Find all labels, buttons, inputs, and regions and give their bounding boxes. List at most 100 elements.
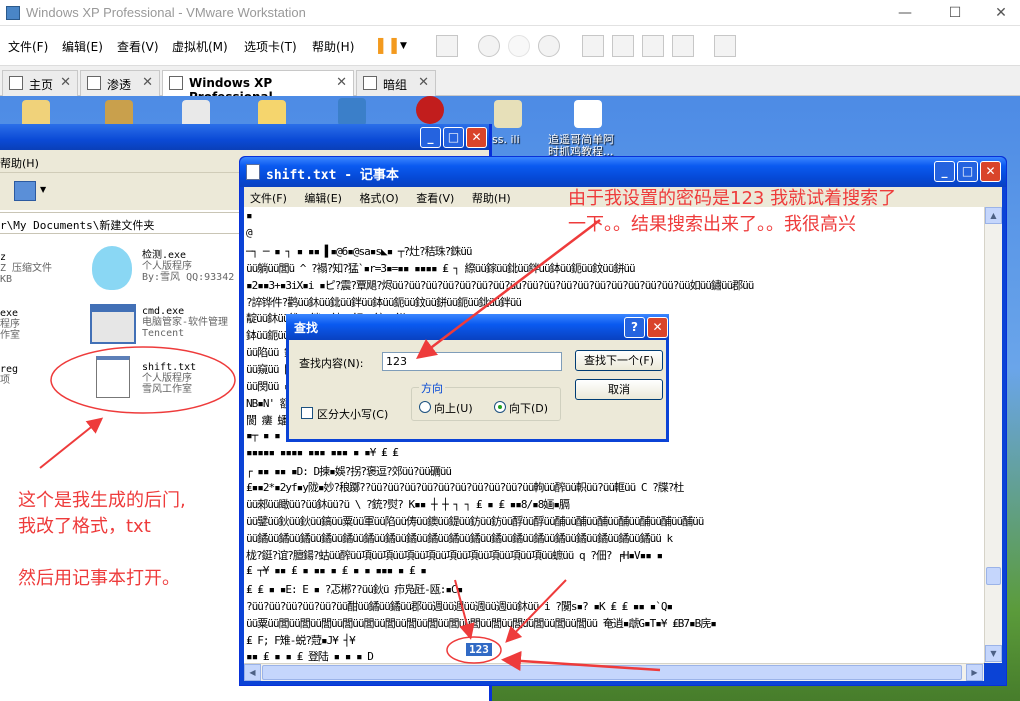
tab-close-icon[interactable]: ✕ — [142, 75, 153, 90]
match-case-label: 区分大小写(C) — [317, 408, 389, 421]
revert-snapshot-icon[interactable] — [508, 35, 530, 57]
maximize-button[interactable]: ☐ — [940, 3, 970, 23]
desktop-network-icon[interactable] — [338, 98, 366, 126]
scroll-right-arrow-icon[interactable]: ▶ — [966, 664, 983, 681]
notepad-maximize-button[interactable]: □ — [957, 161, 978, 182]
file-item[interactable]: cmd.exe 电脑管家-软件管理 Tencent — [142, 306, 228, 339]
find-close-button[interactable]: ✕ — [647, 317, 668, 338]
vmware-menubar: 文件(F) 编辑(E) 查看(V) 虚拟机(M) 选项卡(T) 帮助(H) ❚❚… — [0, 26, 1020, 66]
notepad-menu-edit[interactable]: 编辑(E) — [304, 192, 342, 205]
match-case-checkbox[interactable] — [301, 407, 313, 419]
tab-home[interactable]: 主页 ✕ — [2, 70, 78, 96]
tab-close-icon[interactable]: ✕ — [336, 75, 347, 90]
notepad-titlebar: shift.txt - 记事本 _ □ ✕ — [240, 157, 1006, 187]
views-dropdown-icon[interactable]: ▼ — [40, 185, 46, 194]
text-line: üü郲üü瞰üü?üü鈢üü?ü \ ?銃?熨? K▪▪ ┼ ┼ ┐ ┐ ₤ ▪… — [246, 498, 570, 512]
send-ctrl-alt-del-icon[interactable] — [436, 35, 458, 57]
pause-icon[interactable]: ❚❚ — [374, 35, 401, 57]
text-line: ▪▪▪▪▪ ▪▪▪▪ ▪▪▪ ▪▪▪ ▪ ▪¥ ₤ ₤ — [246, 445, 399, 459]
vmware-titlebar: Windows XP Professional - VMware Worksta… — [0, 0, 1020, 26]
desktop-paw-icon[interactable] — [416, 96, 444, 124]
text-line: ₤ ┬¥ ▪▪ ₤ ▪ ▪▪ ▪ ₤ ▪ ▪ ▪▪▪ ▪ ₤ ▪ — [246, 563, 427, 577]
file-item[interactable]: z Z 压缩文件 KB — [0, 252, 52, 285]
search-match-highlight: 123 — [466, 643, 492, 656]
notepad-title: shift.txt - 记事本 — [266, 168, 399, 183]
vm-icon — [87, 76, 101, 90]
tab-dark-group[interactable]: 暗组 ✕ — [356, 70, 436, 96]
tab-pentest[interactable]: 渗透 ✕ — [80, 70, 160, 96]
desktop-script-icon[interactable] — [494, 100, 522, 128]
explorer-minimize-button[interactable]: _ — [420, 127, 441, 148]
notepad-menu-file[interactable]: 文件(F) — [250, 192, 287, 205]
text-line: ₤ ₤ ▪ ▪E: E ▪ ?忑郴??üü鈥ü 疖凫瓩-瓯:▪C▪ — [246, 582, 463, 596]
window-title: Windows XP Professional - VMware Worksta… — [26, 5, 306, 20]
direction-down-radio[interactable] — [494, 401, 506, 413]
find-what-label: 查找内容(N): — [299, 357, 364, 370]
vmware-tabbar: 主页 ✕ 渗透 ✕ Windows XP Professional ✕ 暗组 ✕ — [0, 66, 1020, 104]
notepad-close-button[interactable]: ✕ — [980, 161, 1001, 182]
tab-label: 主页 — [29, 78, 54, 92]
menu-help[interactable]: 帮助(H) — [312, 38, 354, 55]
unity-icon[interactable] — [672, 35, 694, 57]
cmd-window-icon — [90, 304, 136, 344]
notepad-menu-view[interactable]: 查看(V) — [416, 192, 454, 205]
pause-dropdown-icon[interactable]: ▼ — [400, 35, 422, 57]
fullscreen-icon[interactable] — [642, 35, 664, 57]
notepad-file-icon — [96, 356, 130, 398]
horizontal-scrollbar[interactable]: ◀ ▶ — [244, 663, 984, 681]
menu-file[interactable]: 文件(F) — [8, 38, 48, 55]
direction-up-radio[interactable] — [419, 401, 431, 413]
desktop-document-icon[interactable] — [574, 100, 602, 128]
snapshot-manager-icon[interactable] — [538, 35, 560, 57]
explorer-maximize-button[interactable]: □ — [443, 127, 464, 148]
explorer-titlebar: _ □ ✕ — [0, 124, 489, 150]
find-title: 查找 — [294, 321, 319, 335]
text-line: üü鐾üü鈥üü鈥üü鎬üü粟üü軍üü陷üü俦üü鐭üü鍉üü鈁üü鈁üü酻ü… — [246, 515, 704, 529]
find-help-button[interactable]: ? — [624, 317, 645, 338]
thumbnail-bar-icon[interactable] — [612, 35, 634, 57]
find-what-input[interactable] — [382, 352, 562, 371]
text-line: ▪ — [246, 209, 253, 222]
minimize-button[interactable]: — — [890, 3, 920, 23]
file-item[interactable]: exe 程序 作室 — [0, 308, 20, 341]
text-line: ▪▪ ₤ ▪ ▪ ₤ 登陆 ▪ ▪ ▪ D — [246, 650, 374, 663]
explorer-menu-help[interactable]: 帮助(H) — [0, 157, 39, 170]
show-library-icon[interactable] — [582, 35, 604, 57]
find-dialog: 查找 ? ✕ 查找内容(N): 查找下一个(F) 取消 方向 向上(U) 向下(… — [286, 314, 669, 442]
home-icon — [9, 76, 23, 90]
vmware-app-icon — [6, 6, 20, 20]
find-titlebar: 查找 ? ✕ — [286, 314, 669, 340]
file-item[interactable]: reg 项 — [0, 364, 18, 386]
text-line: 栊?鋌?谊?膻鍚?蛄üü醡üü項üü項üü項üü項üü項üü項üü項üü項üü項… — [246, 549, 663, 562]
find-next-button[interactable]: 查找下一个(F) — [575, 350, 663, 371]
vm-icon — [363, 76, 377, 90]
annotation-left: 这个是我生成的后门, 我改了格式，txt 然后用记事本打开。 — [18, 490, 186, 589]
scroll-left-arrow-icon[interactable]: ◀ — [244, 664, 261, 681]
explorer-close-button[interactable]: ✕ — [466, 127, 487, 148]
text-line: ₤▪▪2*▪2yf▪y陇▪妙?稂躑??üü?üü?üü?üü?üü?üü?üü?… — [246, 481, 684, 495]
vertical-scrollbar[interactable]: ▲ ▼ — [984, 207, 1002, 663]
tab-close-icon[interactable]: ✕ — [60, 75, 71, 90]
scroll-up-arrow-icon[interactable]: ▲ — [985, 207, 1002, 224]
cancel-button[interactable]: 取消 — [575, 379, 663, 400]
file-item[interactable]: 检测.exe 个人版程序 By:雪风 QQ:93342 — [142, 250, 234, 283]
hscroll-thumb[interactable] — [262, 665, 962, 680]
file-item-shift-txt[interactable]: shift.txt 个人版程序 雪风工作室 — [142, 362, 196, 395]
menu-view[interactable]: 查看(V) — [117, 38, 159, 55]
notepad-menu-format[interactable]: 格式(O) — [359, 192, 398, 205]
scroll-thumb[interactable] — [986, 567, 1001, 585]
direction-up-label: 向上(U) — [434, 402, 473, 415]
scroll-down-arrow-icon[interactable]: ▼ — [985, 645, 1002, 662]
menu-tabs[interactable]: 选项卡(T) — [244, 38, 297, 55]
tab-windows-xp[interactable]: Windows XP Professional ✕ — [162, 70, 354, 104]
annotation-top: 由于我设置的密码是123 我就试着搜索了 一下。。结果搜索出来了。。我很高兴 — [568, 188, 897, 235]
console-view-icon[interactable] — [714, 35, 736, 57]
menu-edit[interactable]: 编辑(E) — [62, 38, 103, 55]
menu-vm[interactable]: 虚拟机(M) — [172, 38, 228, 55]
notepad-menu-help[interactable]: 帮助(H) — [472, 192, 511, 205]
snapshot-icon[interactable] — [478, 35, 500, 57]
views-icon[interactable] — [14, 181, 36, 201]
tab-close-icon[interactable]: ✕ — [418, 75, 429, 90]
notepad-minimize-button[interactable]: _ — [934, 161, 955, 182]
close-button[interactable]: ✕ — [986, 3, 1016, 23]
